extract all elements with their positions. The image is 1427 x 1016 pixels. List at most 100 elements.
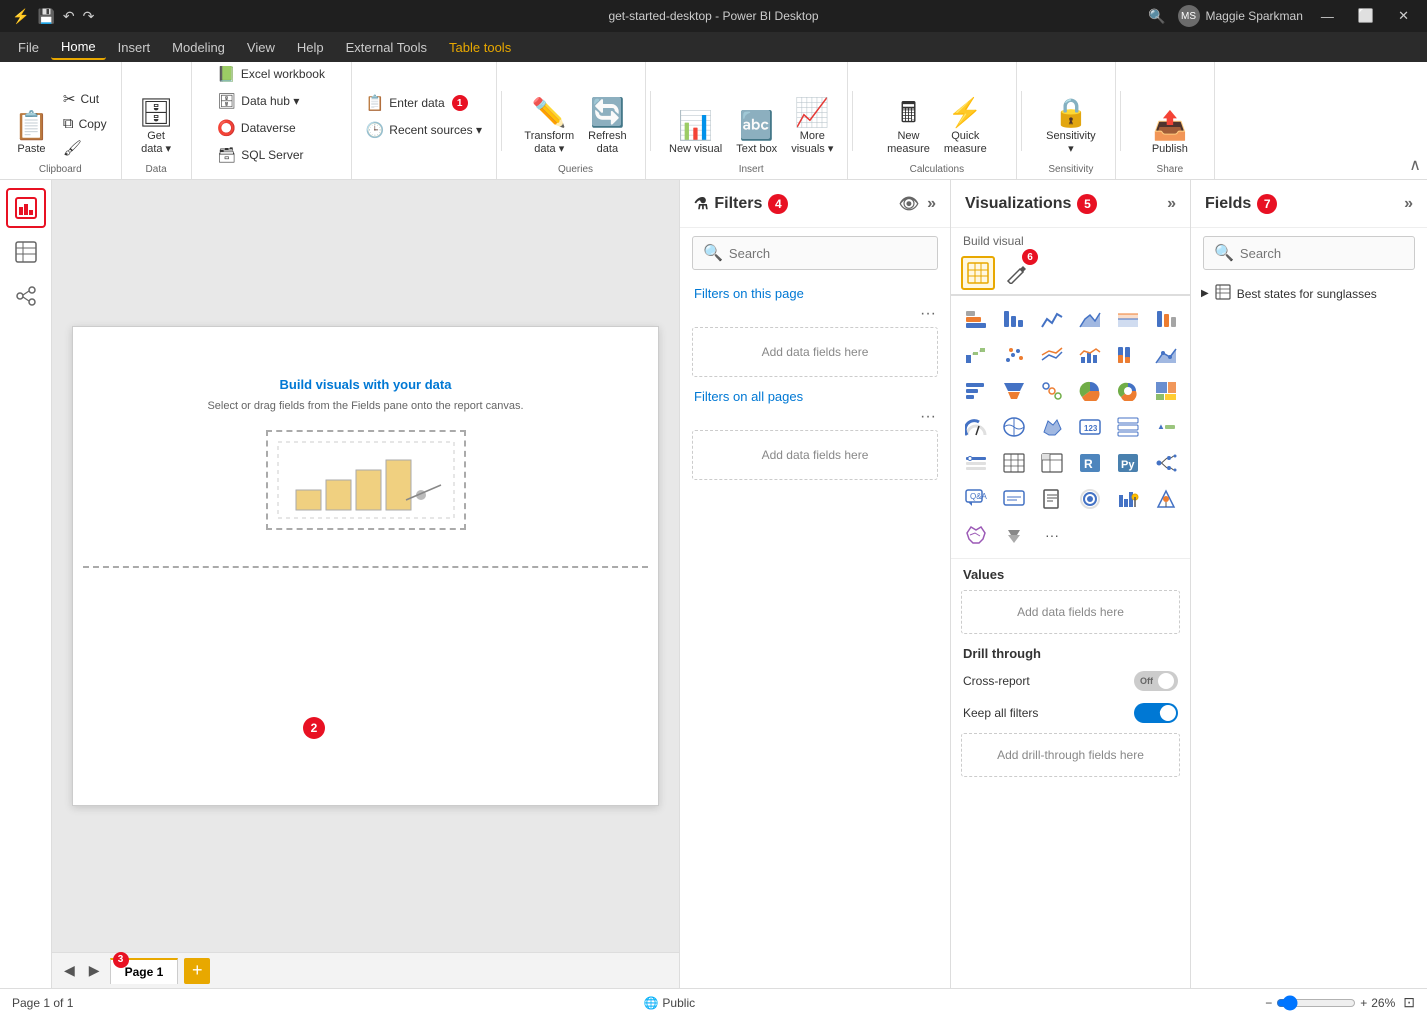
enter-data-btn[interactable]: 📋 Enter data 1 bbox=[360, 91, 488, 115]
paste-btn[interactable]: 📋 Paste bbox=[8, 80, 55, 160]
quick-measure-btn[interactable]: ⚡ Quickmeasure bbox=[938, 80, 993, 160]
new-measure-btn[interactable]: 🖩 Newmeasure bbox=[881, 80, 936, 160]
format-painter-btn[interactable]: 🖌 bbox=[57, 136, 113, 160]
page-tab-1[interactable]: 3 Page 1 bbox=[110, 958, 179, 984]
viz-more-items[interactable] bbox=[997, 518, 1031, 552]
filters-page-drop-area[interactable]: Add data fields here bbox=[692, 327, 938, 377]
copy-btn[interactable]: ⧉ Copy bbox=[57, 112, 113, 135]
viz-line[interactable] bbox=[1035, 302, 1069, 336]
fields-search-input[interactable] bbox=[1240, 246, 1416, 261]
filter-expand-icon[interactable]: » bbox=[927, 195, 936, 213]
viz-get-more[interactable]: ··· bbox=[1035, 518, 1069, 552]
canvas-page[interactable]: Build visuals with your data Select or d… bbox=[72, 326, 659, 806]
viz-expand-icon[interactable]: » bbox=[1167, 195, 1176, 213]
undo-icon[interactable]: ↶ bbox=[63, 8, 75, 25]
menu-external-tools[interactable]: External Tools bbox=[336, 36, 437, 59]
recent-sources-btn[interactable]: 🕒 Recent sources ▾ bbox=[360, 118, 488, 142]
viz-funnel[interactable] bbox=[997, 374, 1031, 408]
add-page-btn[interactable]: + bbox=[184, 958, 210, 984]
filters-page-ellipsis[interactable]: ··· bbox=[920, 305, 936, 323]
data-view-btn[interactable] bbox=[6, 232, 46, 272]
viz-slicer[interactable] bbox=[959, 446, 993, 480]
viz-line-stacked[interactable] bbox=[1035, 338, 1069, 372]
viz-combo[interactable] bbox=[1073, 338, 1107, 372]
viz-matrix[interactable] bbox=[1035, 446, 1069, 480]
dataverse-btn[interactable]: ⭕ Dataverse bbox=[211, 116, 331, 140]
user-area[interactable]: MS Maggie Sparkman bbox=[1178, 5, 1303, 27]
viz-pie[interactable] bbox=[1073, 374, 1107, 408]
refresh-btn[interactable]: 🔄 Refreshdata bbox=[582, 80, 633, 160]
filters-search-box[interactable]: 🔍 bbox=[692, 236, 938, 270]
viz-python[interactable]: Py bbox=[1111, 446, 1145, 480]
excel-workbook-btn[interactable]: 📗 Excel workbook bbox=[211, 62, 331, 86]
menu-help[interactable]: Help bbox=[287, 36, 334, 59]
viz-kpi[interactable]: ▲ bbox=[1149, 410, 1183, 444]
cross-report-toggle-btn[interactable]: Off bbox=[1134, 671, 1178, 691]
filters-search-input[interactable] bbox=[729, 246, 927, 261]
viz-table-icon[interactable] bbox=[961, 256, 995, 290]
cut-btn[interactable]: ✂ Cut bbox=[57, 87, 113, 111]
maximize-btn[interactable]: ⬜ bbox=[1352, 6, 1380, 26]
viz-shape-map[interactable] bbox=[959, 518, 993, 552]
menu-insert[interactable]: Insert bbox=[108, 36, 161, 59]
model-view-btn[interactable] bbox=[6, 276, 46, 316]
publish-btn[interactable]: 📤 Publish bbox=[1146, 80, 1194, 160]
viz-bar[interactable] bbox=[997, 302, 1031, 336]
more-visuals-btn[interactable]: 📈 Morevisuals ▾ bbox=[785, 80, 839, 160]
report-view-btn[interactable] bbox=[6, 188, 46, 228]
zoom-slider[interactable] bbox=[1276, 995, 1356, 1011]
viz-pen-icon[interactable]: 6 bbox=[999, 256, 1033, 290]
viz-paginated[interactable] bbox=[1035, 482, 1069, 516]
search-icon[interactable]: 🔍 bbox=[1148, 8, 1165, 25]
filters-allpages-ellipsis[interactable]: ··· bbox=[920, 408, 936, 426]
redo-icon[interactable]: ↷ bbox=[83, 8, 95, 25]
viz-scatter[interactable] bbox=[997, 338, 1031, 372]
viz-multirow-card[interactable] bbox=[1111, 410, 1145, 444]
fields-item-sunglasses[interactable]: ▶ Best states for sunglasses bbox=[1191, 278, 1427, 309]
viz-100-stacked[interactable] bbox=[1111, 338, 1145, 372]
save-icon[interactable]: 💾 bbox=[37, 8, 54, 25]
sql-server-btn[interactable]: 🗃 SQL Server bbox=[211, 143, 331, 167]
zoom-plus-btn[interactable]: + bbox=[1360, 996, 1367, 1010]
transform-btn[interactable]: ✏️ Transformdata ▾ bbox=[518, 80, 580, 160]
tab-prev-btn[interactable]: ◀ bbox=[60, 960, 79, 981]
viz-dotplot[interactable] bbox=[1035, 374, 1069, 408]
drill-drop-area[interactable]: Add drill-through fields here bbox=[961, 733, 1180, 777]
filter-eye-icon[interactable]: 👁 bbox=[899, 194, 919, 214]
viz-filled-map[interactable] bbox=[1035, 410, 1069, 444]
menu-modeling[interactable]: Modeling bbox=[162, 36, 235, 59]
fields-search-box[interactable]: 🔍 bbox=[1203, 236, 1415, 270]
viz-card[interactable]: 123 bbox=[1073, 410, 1107, 444]
viz-decomp-tree[interactable] bbox=[1149, 446, 1183, 480]
viz-donut[interactable] bbox=[1111, 374, 1145, 408]
viz-stacked-area[interactable] bbox=[1111, 302, 1145, 336]
data-hub-btn[interactable]: 🗄 Data hub ▾ bbox=[211, 89, 331, 113]
viz-map[interactable] bbox=[997, 410, 1031, 444]
new-visual-btn[interactable]: 📊 New visual bbox=[663, 80, 728, 160]
ribbon-collapse-btn[interactable]: ∧ bbox=[1403, 151, 1427, 179]
tab-next-btn[interactable]: ▶ bbox=[85, 960, 104, 981]
minimize-btn[interactable]: — bbox=[1315, 7, 1340, 26]
canvas-content[interactable]: Build visuals with your data Select or d… bbox=[52, 180, 679, 952]
viz-treemap[interactable] bbox=[1149, 374, 1183, 408]
fields-expand-icon[interactable]: » bbox=[1404, 195, 1413, 213]
fit-page-btn[interactable]: ⊡ bbox=[1403, 994, 1415, 1011]
menu-home[interactable]: Home bbox=[51, 35, 106, 60]
viz-narrative[interactable] bbox=[997, 482, 1031, 516]
menu-view[interactable]: View bbox=[237, 36, 285, 59]
viz-r-script[interactable]: R bbox=[1073, 446, 1107, 480]
filters-allpages-drop-area[interactable]: Add data fields here bbox=[692, 430, 938, 480]
menu-file[interactable]: File bbox=[8, 36, 49, 59]
viz-qna[interactable]: Q&A bbox=[959, 482, 993, 516]
viz-ribbon[interactable] bbox=[1149, 302, 1183, 336]
viz-gauge[interactable] bbox=[959, 410, 993, 444]
close-btn[interactable]: ✕ bbox=[1392, 6, 1415, 26]
viz-goals[interactable] bbox=[1073, 482, 1107, 516]
menu-table-tools[interactable]: Table tools bbox=[439, 36, 521, 59]
keep-filters-toggle-btn[interactable]: On bbox=[1134, 703, 1178, 723]
zoom-minus-btn[interactable]: − bbox=[1265, 996, 1272, 1010]
viz-area2[interactable] bbox=[1149, 338, 1183, 372]
viz-azure-map[interactable] bbox=[1149, 482, 1183, 516]
sensitivity-btn[interactable]: 🔒 Sensitivity▾ bbox=[1040, 80, 1102, 160]
values-drop-area[interactable]: Add data fields here bbox=[961, 590, 1180, 634]
